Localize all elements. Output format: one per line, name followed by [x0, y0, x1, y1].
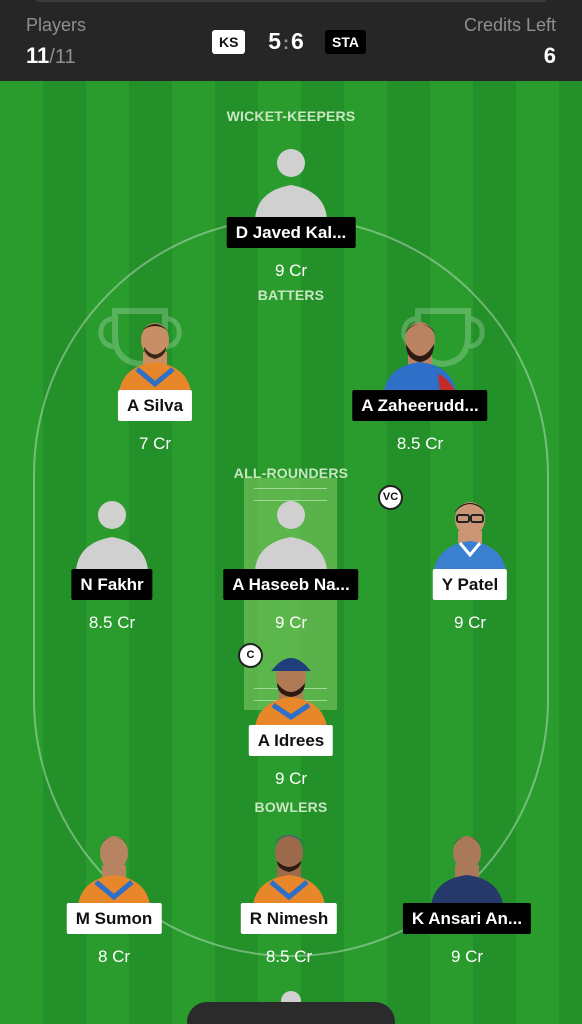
player-name: A Zaheerudd... [352, 390, 488, 421]
player-credits: 9 Cr [274, 769, 308, 788]
player-name: A Silva [117, 390, 193, 421]
player-credits: 7 Cr [138, 434, 172, 453]
team-a-badge: KS [212, 30, 246, 54]
player-card[interactable]: A Idrees 9 Cr C [201, 643, 381, 809]
player-credits: 8 Cr [97, 947, 131, 966]
player-credits: 8.5 Cr [265, 947, 313, 966]
player-card[interactable]: D Javed Kal... 9 Cr [201, 141, 381, 301]
cricket-field: WICKET-KEEPERS BATTERS ALL-ROUNDERS BOWL… [0, 81, 582, 1024]
section-wicket-keepers: WICKET-KEEPERS [226, 108, 356, 124]
placeholder-avatar-icon [253, 493, 329, 571]
player-card[interactable]: Y Patel 9 Cr VC [378, 485, 560, 653]
team-header: Players 11/11 KS 5:6 STA Credits Left 6 [0, 0, 582, 81]
player-credits: 9 Cr [274, 613, 308, 632]
player-credits: 9 Cr [274, 261, 308, 280]
bottom-action-bar[interactable] [187, 1002, 395, 1024]
player-credits: 9 Cr [450, 947, 484, 966]
score-team-a: 5 [268, 28, 281, 54]
credits-label: Credits Left [463, 15, 556, 35]
player-avatar [251, 827, 327, 905]
player-avatar [382, 314, 458, 392]
credits-value: 6 [543, 43, 556, 68]
player-credits: 8.5 Cr [396, 434, 444, 453]
player-avatar [432, 493, 508, 571]
player-card[interactable]: N Fakhr 8.5 Cr [22, 493, 202, 653]
player-credits: 9 Cr [453, 613, 487, 632]
team-split-score: 5:6 [256, 28, 316, 55]
player-name: N Fakhr [71, 569, 153, 600]
player-name: K Ansari An... [402, 903, 532, 934]
score-team-b: 6 [291, 28, 304, 54]
score-separator: : [283, 33, 289, 53]
player-card[interactable]: A Silva 7 Cr [65, 314, 245, 474]
player-credits: 8.5 Cr [88, 613, 136, 632]
player-avatar [76, 827, 152, 905]
player-card[interactable]: M Sumon 8 Cr [24, 827, 204, 987]
player-name: Y Patel [432, 569, 508, 600]
player-card[interactable]: A Zaheerudd... 8.5 Cr [330, 314, 510, 474]
vice-captain-badge: VC [378, 485, 403, 510]
captain-badge: C [238, 643, 263, 668]
player-card[interactable]: R Nimesh 8.5 Cr [199, 827, 379, 987]
crease-line [254, 488, 327, 489]
player-avatar [253, 649, 329, 727]
player-card[interactable]: K Ansari An... 9 Cr [377, 827, 557, 987]
player-name: M Sumon [66, 903, 162, 934]
player-avatar [117, 314, 193, 392]
placeholder-avatar-icon [253, 141, 329, 219]
player-name: D Javed Kal... [226, 217, 356, 248]
player-avatar [429, 827, 505, 905]
team-b-badge: STA [325, 30, 366, 54]
player-name: A Haseeb Na... [223, 569, 359, 600]
players-count: 11/11 [26, 43, 76, 69]
player-name: A Idrees [248, 725, 334, 756]
placeholder-avatar-icon [74, 493, 150, 571]
players-selected: 11 [26, 43, 50, 68]
header-divider [36, 0, 546, 2]
player-name: R Nimesh [240, 903, 338, 934]
player-card[interactable]: A Haseeb Na... 9 Cr [201, 493, 381, 653]
players-max: /11 [49, 46, 76, 68]
players-label: Players [26, 15, 87, 35]
